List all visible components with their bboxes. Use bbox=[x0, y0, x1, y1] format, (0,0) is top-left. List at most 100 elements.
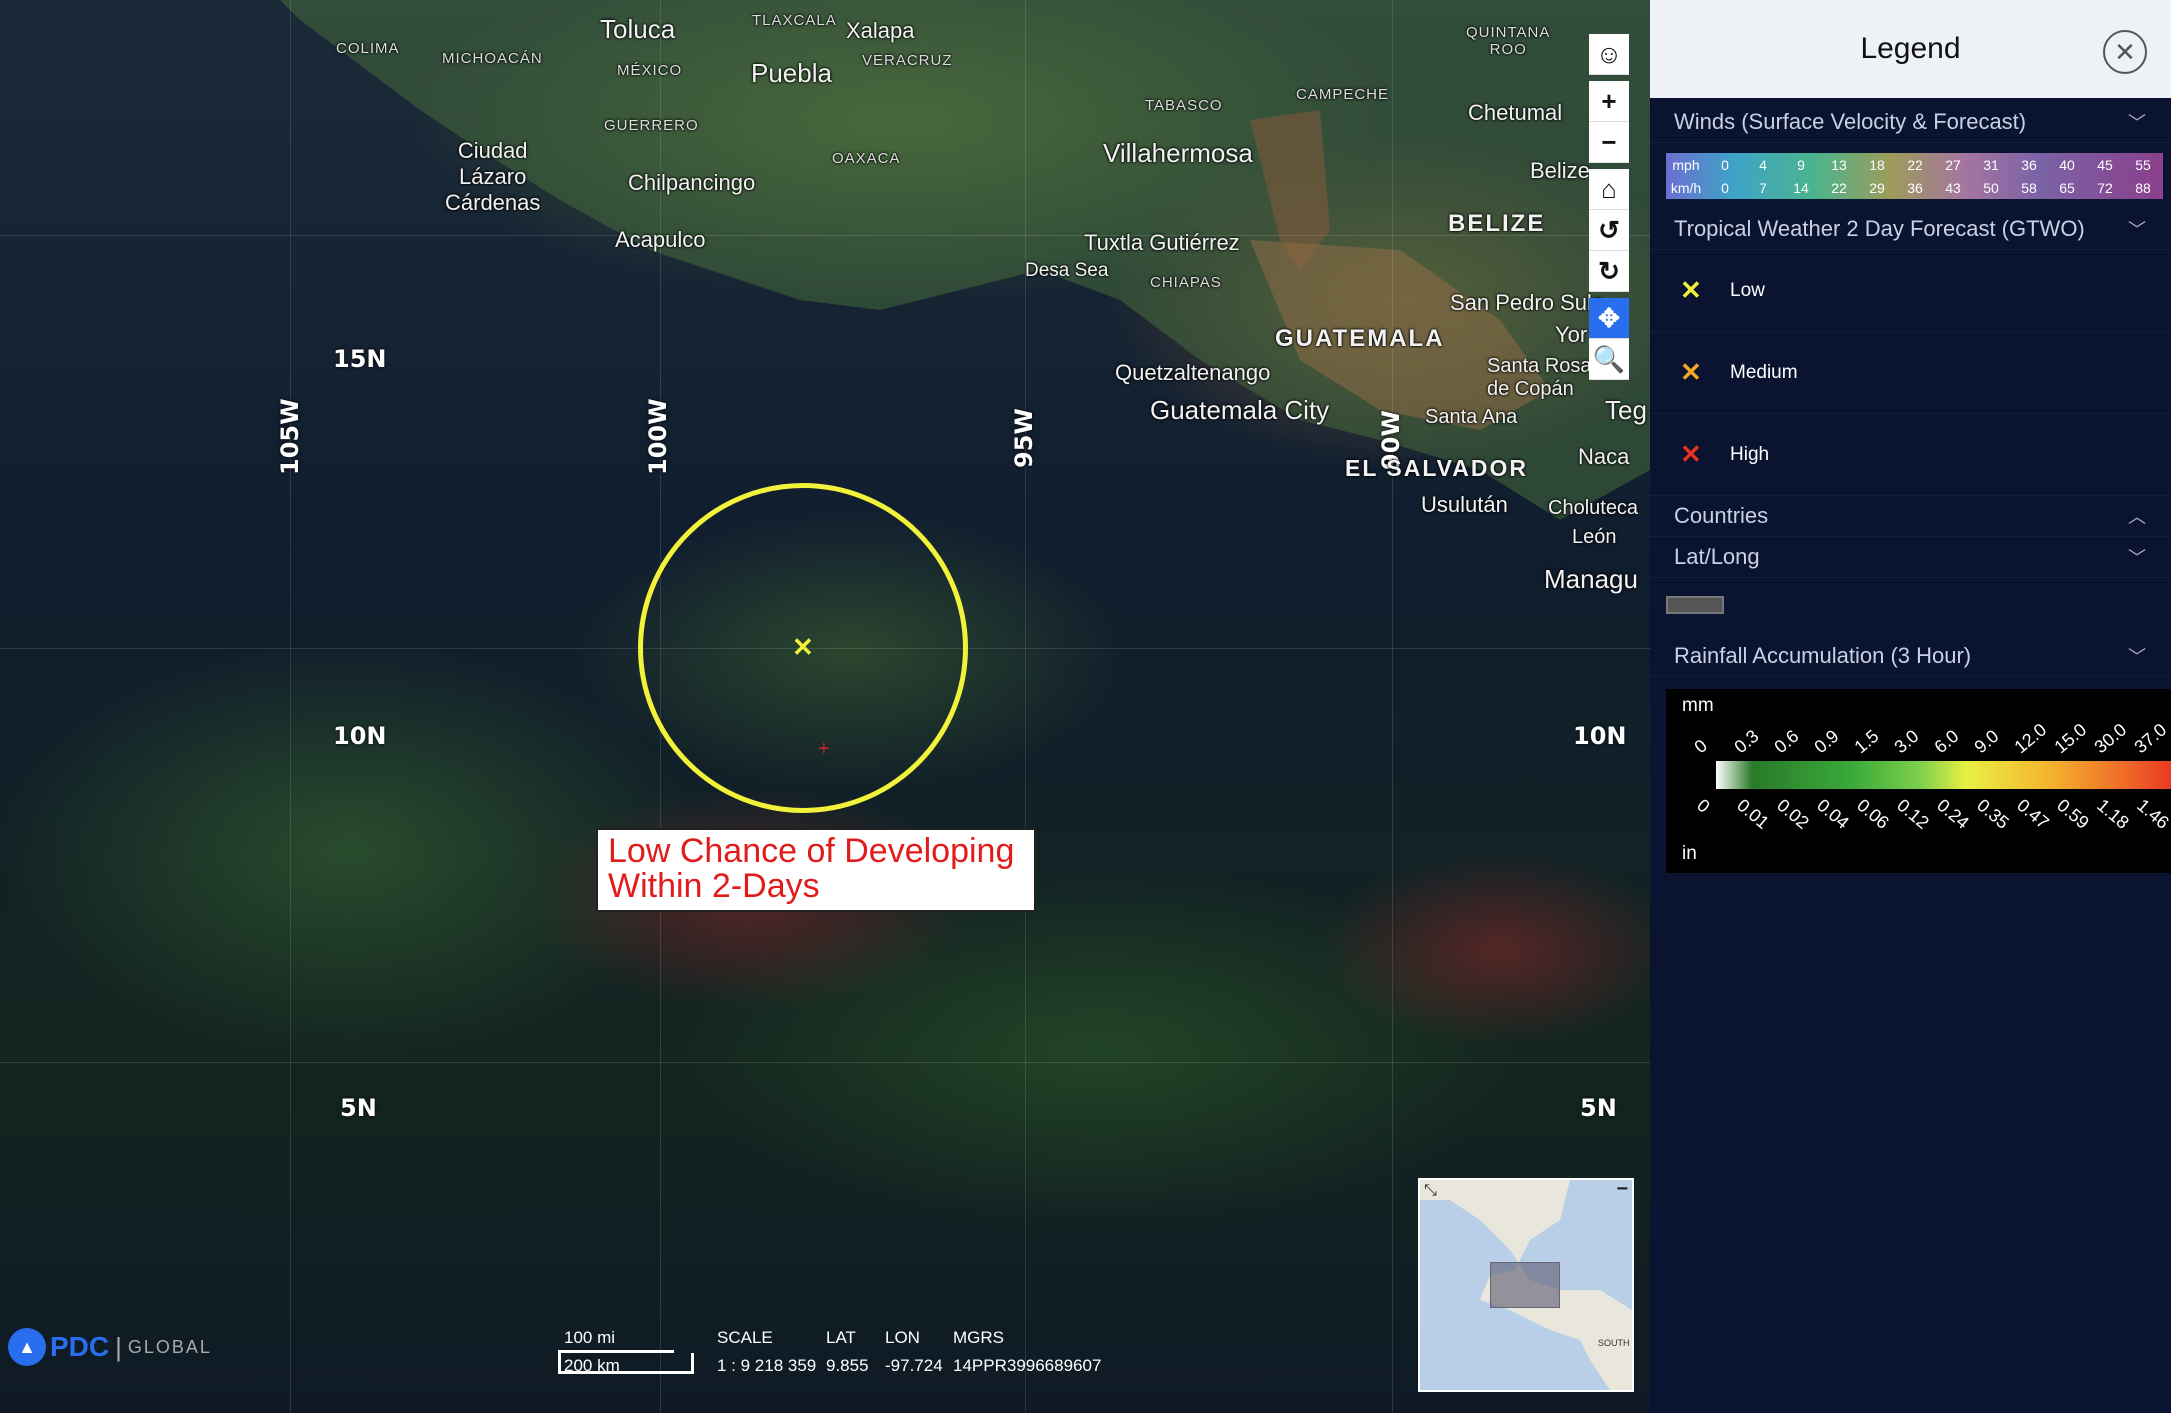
scale-km: 200 km bbox=[564, 1356, 620, 1375]
rainfall-unit-in: in bbox=[1682, 843, 1697, 864]
place-san-pedro: San Pedro Sula bbox=[1450, 290, 1605, 315]
close-icon[interactable]: ✕ bbox=[2103, 30, 2147, 74]
wind-kmh-value: 36 bbox=[1907, 179, 1923, 196]
place-belize-city: Belize bbox=[1530, 158, 1590, 183]
lat-label-5n-right: 5N bbox=[1580, 1094, 1617, 1122]
wind-kmh-value: 72 bbox=[2097, 179, 2113, 196]
section-rainfall[interactable]: Rainfall Accumulation (3 Hour) ﹀ bbox=[1650, 636, 2171, 677]
rotate-left-icon[interactable]: ↺ bbox=[1589, 210, 1629, 251]
gtwo-item-low: ✕ Low bbox=[1650, 250, 2171, 332]
rainfall-mm-tick: 30.0 bbox=[2090, 719, 2131, 758]
zoom-out-button[interactable]: − bbox=[1589, 122, 1629, 163]
lon-value: -97.724 bbox=[885, 1356, 943, 1375]
wind-mph-value: 4 bbox=[1759, 156, 1767, 173]
wind-mph-value: 22 bbox=[1907, 156, 1923, 173]
rainfall-in-tick: 0.01 bbox=[1733, 795, 1773, 833]
wind-mph-value: 18 bbox=[1869, 156, 1885, 173]
place-tlaxcala: TLAXCALA bbox=[752, 12, 837, 29]
section-rainfall-title: Rainfall Accumulation (3 Hour) bbox=[1674, 643, 1972, 668]
wind-scale-kmh-row: km/h 0 7 14 22 29 36 43 50 58 65 72 88 bbox=[1666, 176, 2163, 199]
map-view[interactable]: 15N 10N 10N 5N 5N 105W 100W 95W 90W COLI… bbox=[0, 0, 1650, 1413]
place-chiapas: CHIAPAS bbox=[1150, 274, 1222, 291]
wind-kmh-value: 14 bbox=[1793, 179, 1809, 196]
gtwo-item-label: Medium bbox=[1730, 361, 1798, 383]
section-countries-title: Countries bbox=[1674, 503, 1769, 528]
street-view-icon[interactable]: ☺ bbox=[1589, 34, 1629, 75]
zoom-in-button[interactable]: + bbox=[1589, 81, 1629, 122]
wind-mph-value: 27 bbox=[1945, 156, 1961, 173]
cursor-crosshair: + bbox=[818, 738, 830, 760]
rainfall-color-bar bbox=[1716, 761, 2171, 789]
rainfall-unit-mm: mm bbox=[1682, 695, 1714, 716]
legend-panel: Legend ✕ Winds (Surface Velocity & Forec… bbox=[1650, 0, 2171, 1413]
minimap-expand-icon[interactable]: ⤡ bbox=[1424, 1182, 1437, 1200]
lat-label-10n: 10N bbox=[333, 722, 387, 750]
place-toluca: Toluca bbox=[600, 14, 676, 44]
section-winds[interactable]: Winds (Surface Velocity & Forecast) ﹀ bbox=[1650, 102, 2171, 143]
rainfall-mm-tick: 0.9 bbox=[1810, 725, 1843, 758]
place-quetzaltenango: Quetzaltenango bbox=[1115, 360, 1271, 385]
home-icon[interactable]: ⌂ bbox=[1589, 169, 1629, 210]
chevron-down-icon[interactable]: ﹀ bbox=[2128, 109, 2146, 135]
place-ciudad-lazaro: Ciudad Lázaro Cárdenas bbox=[445, 138, 541, 215]
place-villahermosa: Villahermosa bbox=[1103, 138, 1253, 168]
rainfall-in-tick: 1.18 bbox=[2093, 795, 2133, 833]
pdc-logo-divider: | bbox=[115, 1331, 122, 1362]
place-veracruz: VERACRUZ bbox=[862, 52, 953, 69]
lat-label-5n: 5N bbox=[340, 1094, 377, 1122]
section-countries[interactable]: Countries ︿ bbox=[1650, 496, 2171, 537]
gtwo-item-label: High bbox=[1730, 443, 1770, 465]
section-latlong[interactable]: Lat/Long ﹀ bbox=[1650, 537, 2171, 578]
lat-value: 9.855 bbox=[826, 1356, 869, 1375]
chevron-down-icon[interactable]: ﹀ bbox=[2128, 643, 2146, 669]
pan-icon[interactable]: ✥ bbox=[1589, 298, 1629, 339]
rotate-right-icon[interactable]: ↻ bbox=[1589, 251, 1629, 292]
place-tabasco: TABASCO bbox=[1145, 97, 1223, 114]
wind-kmh-value: 50 bbox=[1983, 179, 1999, 196]
chevron-up-icon[interactable]: ︿ bbox=[2128, 503, 2146, 529]
chevron-down-icon[interactable]: ﹀ bbox=[2128, 544, 2146, 570]
wind-mph-value: 31 bbox=[1983, 156, 1999, 173]
lat-label: LAT bbox=[826, 1328, 856, 1347]
x-marker-icon: ✕ bbox=[1680, 357, 1702, 387]
place-el-salvador: EL SALVADOR bbox=[1345, 455, 1529, 481]
place-xalapa: Xalapa bbox=[846, 18, 915, 43]
minimap-collapse-icon[interactable]: − bbox=[1616, 1180, 1628, 1201]
latlong-swatch-row bbox=[1650, 578, 2171, 636]
mgrs-label: MGRS bbox=[953, 1328, 1004, 1347]
wind-kmh-label: km/h bbox=[1670, 179, 1702, 196]
wind-mph-value: 45 bbox=[2097, 156, 2113, 173]
rainfall-in-tick: 0.12 bbox=[1893, 795, 1933, 833]
lon-label-100w: 100W bbox=[644, 398, 672, 475]
place-tegucigalpa: Teg bbox=[1605, 395, 1647, 425]
place-mexico-state: MÉXICO bbox=[617, 62, 683, 79]
scale-value: 1 : 9 218 359 bbox=[717, 1356, 817, 1375]
gtwo-item-label: Low bbox=[1730, 279, 1765, 301]
pdc-logo: ▲ PDC | GLOBAL bbox=[8, 1328, 212, 1366]
pdc-logo-global: GLOBAL bbox=[127, 1336, 212, 1357]
section-latlong-title: Lat/Long bbox=[1674, 544, 1760, 569]
zoom-box-icon[interactable]: 🔍 bbox=[1589, 339, 1629, 380]
place-oaxaca: OAXACA bbox=[832, 150, 901, 167]
section-gtwo[interactable]: Tropical Weather 2 Day Forecast (GTWO) ﹀ bbox=[1650, 209, 2171, 250]
place-santa-ana: Santa Ana bbox=[1425, 406, 1518, 428]
rainfall-in-tick: 0 bbox=[1693, 795, 1714, 817]
rainfall-in-tick: 0.02 bbox=[1773, 795, 1813, 833]
wind-scale-mph-row: mph 0 4 9 13 18 22 27 31 36 40 45 55 bbox=[1666, 153, 2163, 176]
rainfall-in-tick: 0.35 bbox=[1973, 795, 2013, 833]
disturbance-marker-low[interactable]: ✕ bbox=[792, 632, 814, 663]
rainfall-mm-tick: 3.0 bbox=[1890, 725, 1923, 758]
wind-mph-value: 55 bbox=[2135, 156, 2151, 173]
rainfall-mm-tick: 1.5 bbox=[1850, 725, 1883, 758]
wind-mph-label: mph bbox=[1672, 156, 1700, 173]
wind-mph-value: 0 bbox=[1721, 156, 1729, 173]
place-yoro: Yor bbox=[1555, 322, 1588, 347]
rainfall-mm-tick: 0.3 bbox=[1730, 725, 1763, 758]
chevron-down-icon[interactable]: ﹀ bbox=[2128, 216, 2146, 242]
place-tuxtla: Tuxtla Gutiérrez bbox=[1084, 230, 1240, 255]
wind-mph-value: 40 bbox=[2059, 156, 2075, 173]
gtwo-list: ✕ Low ✕ Medium ✕ High bbox=[1650, 250, 2171, 496]
rainfall-scale: mm in 0 0.3 0.6 0.9 1.5 3.0 6.0 9.0 12.0 15.0 30.0… bbox=[1666, 689, 2171, 873]
place-belize: BELIZE bbox=[1448, 210, 1546, 237]
minimap-viewport[interactable] bbox=[1490, 1262, 1560, 1308]
